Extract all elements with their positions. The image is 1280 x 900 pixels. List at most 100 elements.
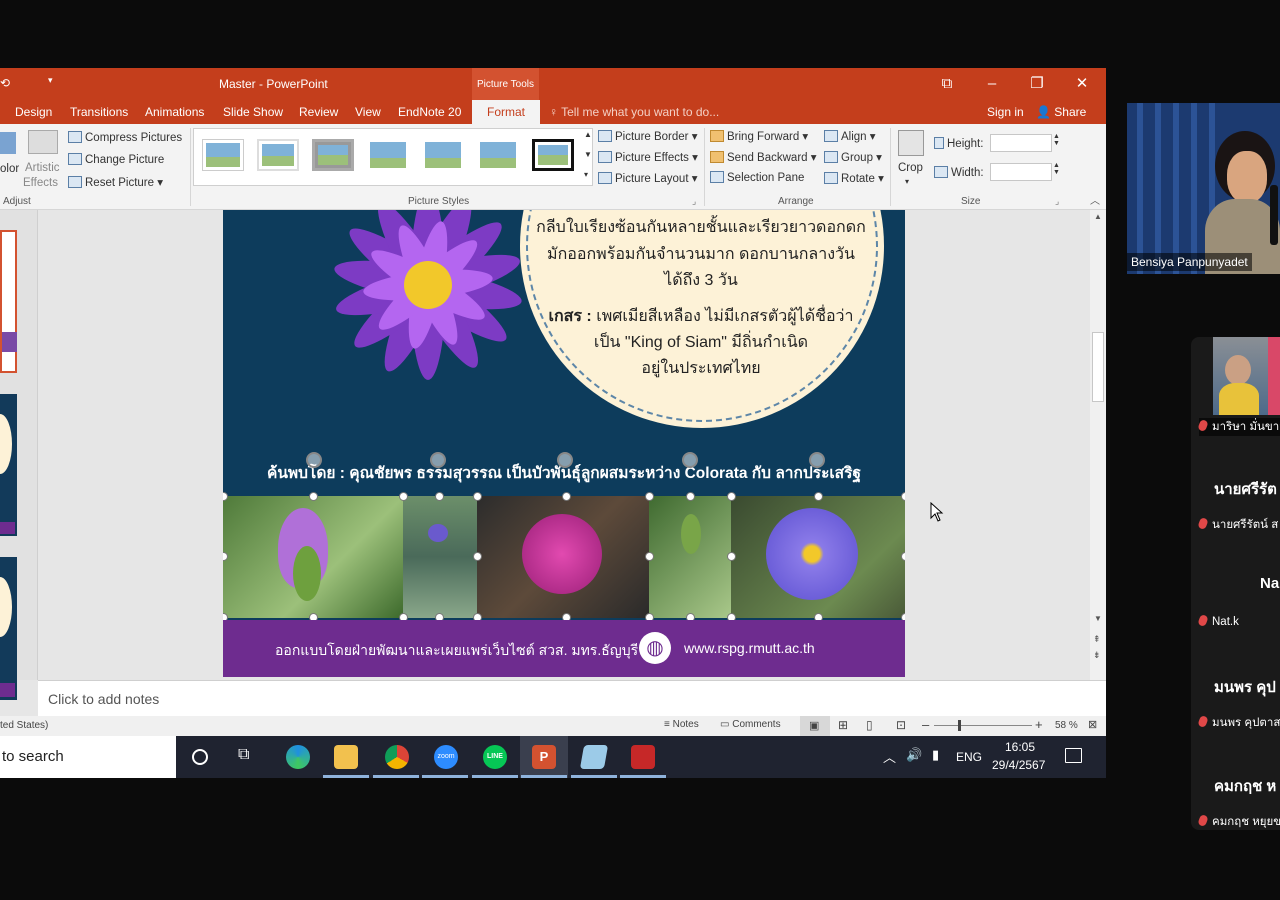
scroll-down-icon[interactable]: ▼ bbox=[1094, 614, 1102, 623]
maximize-button[interactable]: ❐ bbox=[1027, 74, 1047, 94]
resize-handle[interactable] bbox=[435, 492, 444, 501]
slide-thumbnail-3[interactable] bbox=[0, 557, 17, 700]
tab-slide-show[interactable]: Slide Show bbox=[223, 105, 283, 119]
picture-style-2[interactable] bbox=[257, 139, 299, 171]
scroll-up-icon[interactable]: ▲ bbox=[1094, 212, 1102, 221]
resize-handle[interactable] bbox=[473, 492, 482, 501]
picture-style-7[interactable] bbox=[532, 139, 574, 171]
align-button[interactable]: Align ▾ bbox=[824, 129, 876, 143]
tell-me-search[interactable]: ♀ Tell me what you want to do... bbox=[549, 105, 719, 119]
resize-handle[interactable] bbox=[399, 492, 408, 501]
notes-pane[interactable]: Click to add notes bbox=[38, 680, 1106, 716]
acrobat-icon[interactable] bbox=[631, 745, 655, 769]
zoom-app-icon[interactable]: zoom bbox=[434, 745, 458, 769]
tab-view[interactable]: View bbox=[355, 105, 381, 119]
crop-icon[interactable] bbox=[898, 130, 924, 156]
gallery-more-icon[interactable]: ▾ bbox=[584, 170, 588, 179]
fit-slide-icon[interactable]: ⊠ bbox=[1088, 718, 1097, 731]
gallery-down-icon[interactable]: ▼ bbox=[584, 150, 592, 159]
slide[interactable]: กลีบใบเรียงซ้อนกันหลายชั้นและเรียวยาวดอก… bbox=[223, 210, 905, 677]
tab-review[interactable]: Review bbox=[299, 105, 338, 119]
artistic-effects-label-2[interactable]: Effects bbox=[23, 177, 58, 189]
dialog-launcher-icon[interactable]: ⌟ bbox=[692, 196, 696, 207]
notes-toggle-button[interactable]: ≡ Notes bbox=[664, 719, 699, 730]
reading-view-icon[interactable]: ▯ bbox=[866, 718, 873, 732]
collapse-ribbon-icon[interactable]: ︿ bbox=[1090, 192, 1100, 207]
participant-video-tile[interactable]: Bensiya Panpunyadet bbox=[1127, 103, 1280, 274]
height-input[interactable] bbox=[990, 134, 1052, 152]
rotate-handle-icon[interactable] bbox=[682, 452, 698, 468]
file-explorer-icon[interactable] bbox=[334, 745, 358, 769]
slide-thumbnail-2[interactable] bbox=[0, 394, 17, 536]
resize-handle[interactable] bbox=[727, 552, 736, 561]
rotate-handle-icon[interactable] bbox=[557, 452, 573, 468]
minimize-button[interactable]: – bbox=[982, 74, 1002, 94]
zoom-slider-thumb[interactable] bbox=[958, 720, 961, 731]
zoom-slider[interactable] bbox=[934, 725, 1032, 726]
tab-format[interactable]: Format bbox=[472, 100, 541, 124]
tab-endnote[interactable]: EndNote 20 bbox=[398, 105, 461, 119]
rotate-handle-icon[interactable] bbox=[306, 452, 322, 468]
crop-dropdown-icon[interactable]: ▾ bbox=[905, 177, 909, 186]
rotate-button[interactable]: Rotate ▾ bbox=[824, 171, 884, 185]
compress-pictures-button[interactable]: Compress Pictures bbox=[68, 131, 182, 144]
height-spinner-icon[interactable]: ▲ ▼ bbox=[1053, 133, 1060, 147]
selection-pane-button[interactable]: Selection Pane bbox=[710, 171, 804, 184]
change-picture-button[interactable]: Change Picture bbox=[68, 153, 164, 166]
participant-thumbnail[interactable] bbox=[1213, 337, 1280, 415]
zoom-out-icon[interactable]: – bbox=[922, 717, 929, 732]
picture-style-1[interactable] bbox=[202, 139, 244, 171]
customize-qat-icon[interactable]: ▾ bbox=[48, 75, 53, 86]
width-spinner-icon[interactable]: ▲ ▼ bbox=[1053, 162, 1060, 176]
clock-time[interactable]: 16:05 bbox=[1005, 740, 1035, 754]
color-icon[interactable] bbox=[0, 132, 16, 154]
picture-style-4[interactable] bbox=[367, 139, 409, 171]
chrome-icon[interactable] bbox=[385, 745, 409, 769]
picture-style-6[interactable] bbox=[477, 139, 519, 171]
edge-icon[interactable] bbox=[286, 745, 310, 769]
size-dialog-launcher-icon[interactable]: ⌟ bbox=[1055, 196, 1059, 207]
tab-transitions[interactable]: Transitions bbox=[70, 105, 128, 119]
send-backward-button[interactable]: Send Backward ▾ bbox=[710, 150, 817, 164]
taskbar-search[interactable]: to search bbox=[0, 736, 176, 778]
tab-animations[interactable]: Animations bbox=[145, 105, 204, 119]
previous-slide-icon[interactable]: ⇞ bbox=[1093, 634, 1101, 645]
share-button[interactable]: 👤 Share bbox=[1036, 105, 1086, 119]
lotus-bud-photo[interactable] bbox=[223, 496, 403, 618]
resize-handle[interactable] bbox=[686, 492, 695, 501]
rotate-handle-icon[interactable] bbox=[809, 452, 825, 468]
volume-icon[interactable]: 🔊 bbox=[906, 747, 922, 763]
picture-style-3[interactable] bbox=[312, 139, 354, 171]
gallery-up-icon[interactable]: ▲ bbox=[584, 130, 592, 139]
bring-forward-button[interactable]: Bring Forward ▾ bbox=[710, 129, 808, 143]
close-button[interactable]: ✕ bbox=[1072, 74, 1092, 94]
slide-sorter-icon[interactable]: ⊞ bbox=[838, 718, 848, 732]
task-view-icon[interactable]: ⧉ bbox=[238, 746, 249, 764]
picture-border-button[interactable]: Picture Border ▾ bbox=[598, 129, 697, 143]
artistic-effects-label-1[interactable]: Artistic bbox=[25, 162, 60, 174]
resize-handle[interactable] bbox=[645, 552, 654, 561]
comments-toggle-button[interactable]: ▭ Comments bbox=[720, 719, 781, 730]
pond-photo[interactable] bbox=[403, 496, 477, 618]
tray-overflow-icon[interactable]: ︿ bbox=[883, 747, 896, 766]
color-label[interactable]: olor bbox=[0, 163, 19, 175]
powerpoint-icon[interactable]: P bbox=[532, 745, 556, 769]
resize-handle[interactable] bbox=[645, 492, 654, 501]
zoom-in-icon[interactable]: + bbox=[1035, 717, 1043, 732]
picture-styles-gallery[interactable] bbox=[193, 128, 593, 186]
artistic-effects-icon[interactable] bbox=[28, 130, 58, 154]
rotate-handle-icon[interactable] bbox=[430, 452, 446, 468]
picture-style-5[interactable] bbox=[422, 139, 464, 171]
language-status[interactable]: ted States) bbox=[0, 720, 48, 731]
notepad-icon[interactable] bbox=[579, 745, 609, 769]
battery-icon[interactable]: ▮ bbox=[932, 747, 939, 763]
input-language[interactable]: ENG bbox=[956, 750, 982, 764]
resize-handle[interactable] bbox=[727, 492, 736, 501]
zoom-level[interactable]: 58 % bbox=[1055, 720, 1078, 731]
tab-design[interactable]: Design bbox=[15, 105, 52, 119]
width-input[interactable] bbox=[990, 163, 1052, 181]
ribbon-display-options-icon[interactable]: ⧉ bbox=[937, 74, 957, 94]
notification-icon[interactable] bbox=[1065, 748, 1082, 763]
next-slide-icon[interactable]: ⇟ bbox=[1093, 650, 1101, 661]
resize-handle[interactable] bbox=[309, 492, 318, 501]
